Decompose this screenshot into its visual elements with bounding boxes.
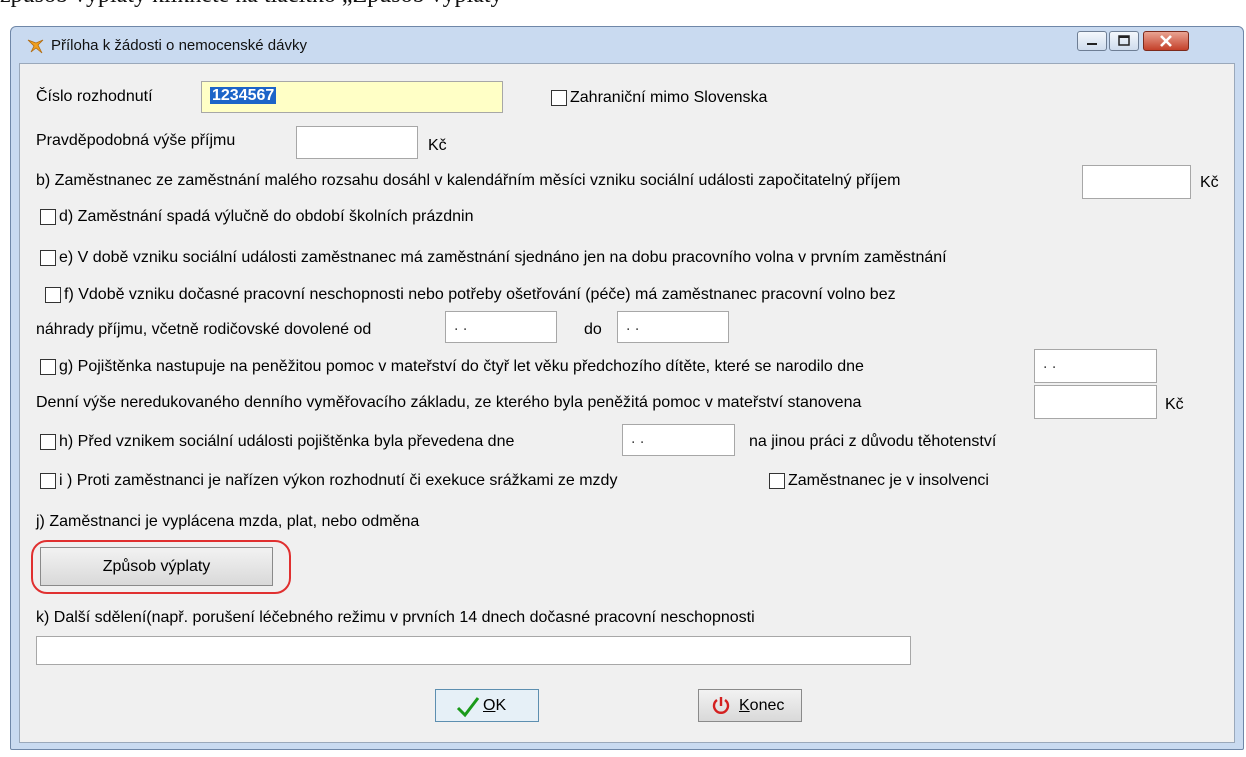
insolvence-checkbox[interactable] [769,473,785,489]
f-checkbox[interactable] [45,287,61,303]
pravdepodobna-label: Pravděpodobná výše příjmu [36,132,236,149]
h-suffix: na jinou práci z důvodu těhotenství [749,433,997,450]
ok-button[interactable]: OK [435,689,539,722]
f-label-line2: náhrady příjmu, včetně rodičovské dovole… [36,321,372,338]
g-label: g) Pojištěnka nastupuje na peněžitou pom… [59,358,864,375]
dialog-window: Příloha k žádosti o nemocenské dávky Čís… [10,26,1244,750]
i-checkbox[interactable] [40,473,56,489]
h-date-input[interactable]: . . [622,424,735,456]
b-label: b) Zaměstnanec ze zaměstnání malého rozs… [36,172,901,189]
j-label: j) Zaměstnanci je vyplácena mzda, plat, … [36,513,420,530]
e-label: e) V době vzniku sociální události zaměs… [59,249,947,266]
zahranicni-checkbox[interactable] [551,90,567,106]
pravdepodobna-input[interactable] [296,126,418,159]
maximize-icon [1118,35,1130,46]
g-denni-label: Denní výše neredukovaného denního vyměřo… [36,394,862,411]
cislo-rozhodnuti-input[interactable]: 1234567 [201,81,503,113]
d-label: d) Zaměstnání spadá výlučně do období šk… [59,208,474,225]
konec-button[interactable]: Konec [698,689,802,722]
checkmark-icon [456,697,480,718]
ok-label: OK [483,697,507,714]
h-label: h) Před vznikem sociální události pojišt… [59,433,515,450]
pravdepodobna-unit: Kč [428,137,447,154]
g-denni-unit: Kč [1165,396,1184,413]
minimize-icon [1087,43,1097,45]
e-checkbox[interactable] [40,250,56,266]
window-title: Příloha k žádosti o nemocenské dávky [51,37,307,54]
b-unit: Kč [1200,174,1219,191]
g-denni-input[interactable] [1034,385,1157,419]
k-input[interactable] [36,636,911,665]
cislo-rozhodnuti-label: Číslo rozhodnutí [36,88,153,105]
zahranicni-label: Zahraniční mimo Slovenska [570,89,768,106]
konec-label: Konec [739,697,785,714]
f-od-input[interactable]: . . [445,311,557,343]
cislo-rozhodnuti-value: 1234567 [210,87,277,104]
maximize-button[interactable] [1109,31,1139,51]
g-checkbox[interactable] [40,359,56,375]
close-button[interactable] [1143,31,1189,51]
insolvence-label: Zaměstnanec je v insolvenci [788,472,989,489]
close-icon [1160,35,1172,47]
f-do-label: do [584,321,602,338]
i-label: i ) Proti zaměstnanci je nařízen výkon r… [59,472,618,489]
f-do-input[interactable]: . . [617,311,729,343]
k-label: k) Další sdělení(např. porušení léčebnéh… [36,609,755,626]
b-input[interactable] [1082,165,1191,199]
minimize-button[interactable] [1077,31,1107,51]
d-checkbox[interactable] [40,209,56,225]
document-caption: způsob výplaty klikněte na tlačítko „Způ… [0,0,513,9]
f-label-line1: f) Vdobě vzniku dočasné pracovní neschop… [64,286,896,303]
h-checkbox[interactable] [40,434,56,450]
app-icon [27,39,44,54]
g-date-input[interactable]: . . [1034,349,1157,383]
zpusob-vyplaty-button[interactable]: Způsob výplaty [40,547,273,586]
power-icon [712,697,730,714]
title-bar: Příloha k žádosti o nemocenské dávky [11,27,1243,63]
dialog-client-area: Číslo rozhodnutí 1234567 Zahraniční mimo… [19,63,1235,743]
